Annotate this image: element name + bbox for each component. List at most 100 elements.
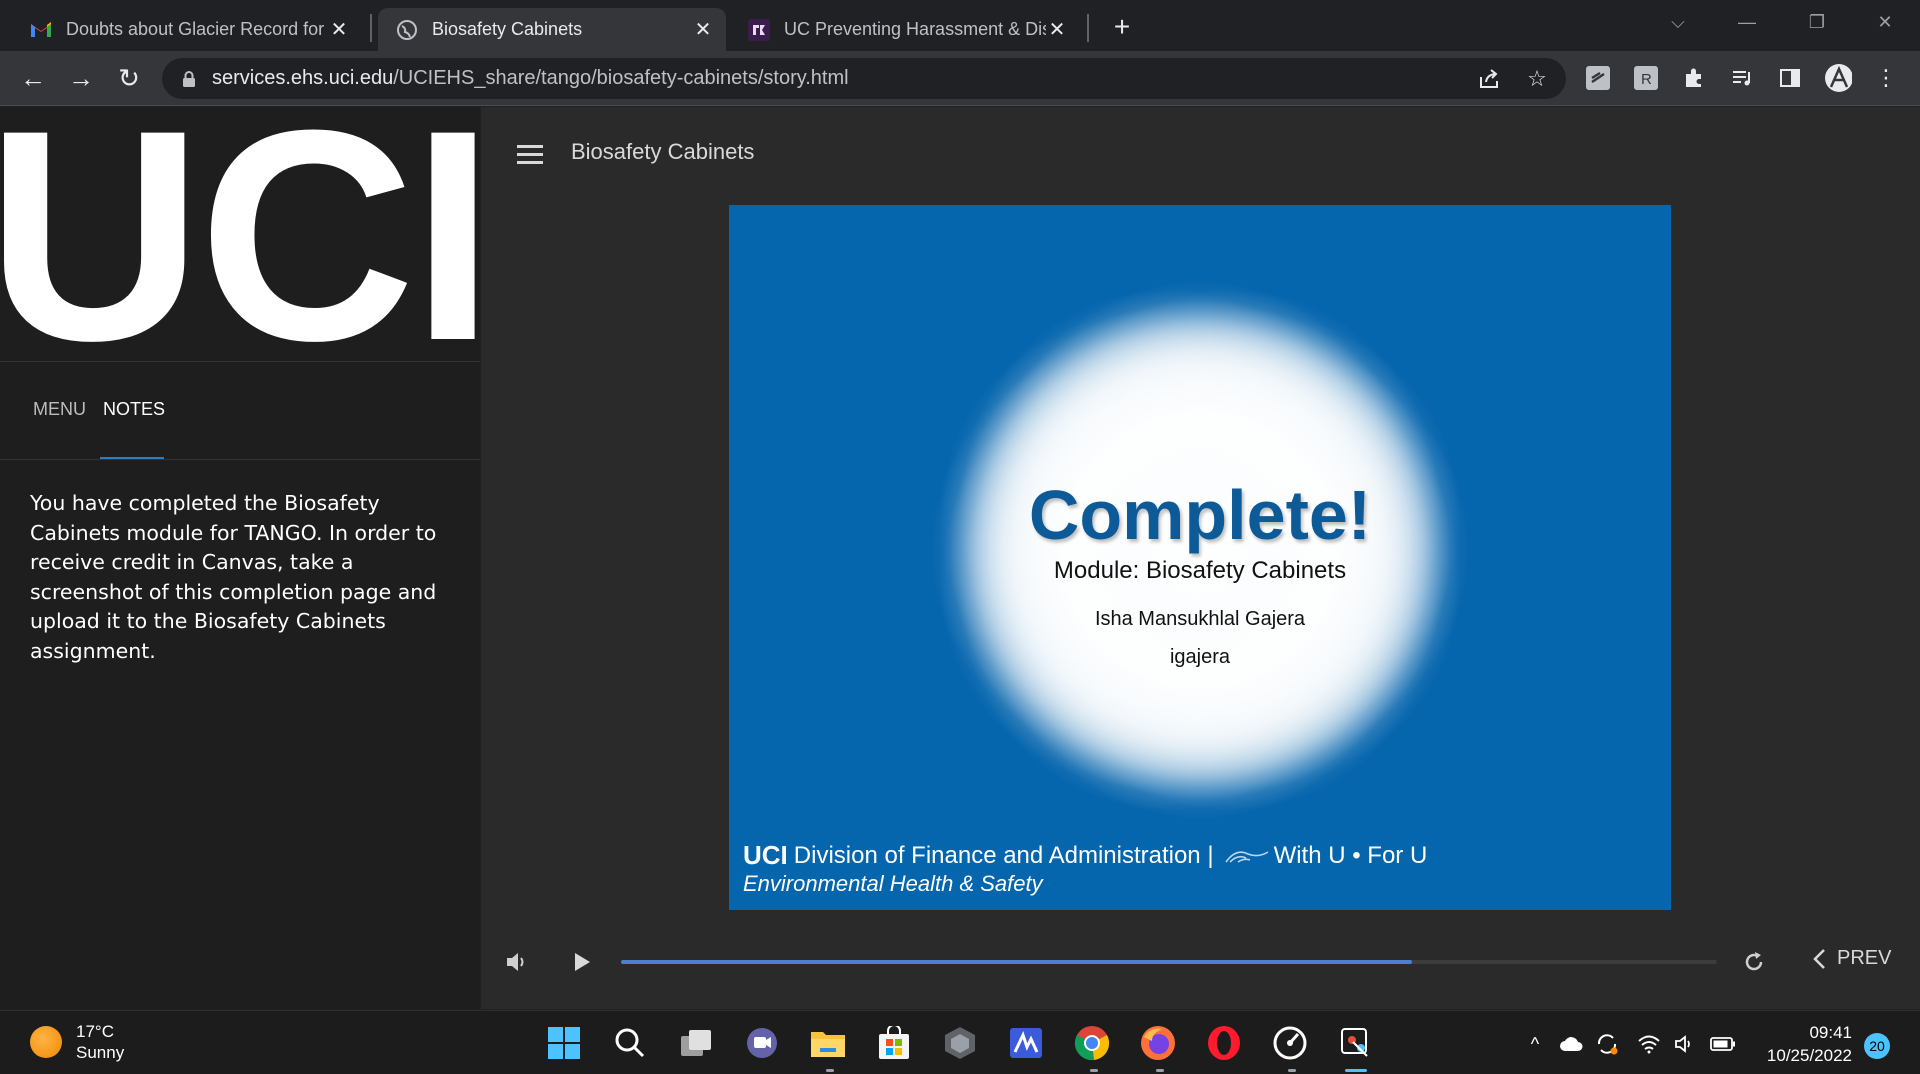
completion-slide: Complete! Module: Biosafety Cabinets Ish… [729, 205, 1671, 910]
progress-fill [621, 960, 1413, 964]
teams-chat-icon[interactable] [742, 1023, 782, 1063]
media-queue-icon[interactable] [1728, 64, 1756, 92]
playback-controls: PREV [481, 937, 1920, 987]
divider [0, 459, 480, 460]
prev-label: PREV [1837, 947, 1892, 969]
running-indicator [1156, 1069, 1164, 1072]
editor-app-icon[interactable] [1006, 1023, 1046, 1063]
tab-separator [370, 14, 372, 42]
side-panel-icon[interactable] [1776, 64, 1804, 92]
extensions-puzzle-icon[interactable] [1680, 64, 1708, 92]
progress-bar[interactable] [621, 960, 1717, 964]
speedometer-app-icon[interactable] [1270, 1023, 1310, 1063]
share-icon[interactable] [1476, 66, 1502, 92]
onedrive-cloud-icon[interactable] [1558, 1031, 1584, 1057]
url-text: services.ehs.uci.edu/UCIEHS_share/tango/… [212, 67, 849, 90]
windows-taskbar: 17°C Sunny ^ 09:41 10/25/2022 20 [0, 1010, 1920, 1074]
tab-title: UC Preventing Harassment & Dis [784, 19, 1046, 39]
clock-time: 09:41 [1809, 1023, 1852, 1042]
module-name: Module: Biosafety Cabinets [1053, 557, 1347, 584]
new-tab-button[interactable]: + [1106, 11, 1138, 43]
uci-logo-text: UCI [0, 107, 480, 361]
windows-start-icon[interactable] [544, 1023, 584, 1063]
opera-icon[interactable] [1204, 1023, 1244, 1063]
tab-title: Doubts about Glacier Record for [66, 19, 325, 39]
microsoft-store-icon[interactable] [874, 1023, 914, 1063]
running-indicator [826, 1069, 834, 1072]
extension-notes-icon[interactable] [1584, 64, 1612, 92]
slide-footer: UCI Division of Finance and Administrati… [743, 840, 1427, 871]
wifi-icon[interactable] [1636, 1031, 1662, 1057]
dev-app-icon[interactable] [940, 1023, 980, 1063]
minimize-icon[interactable]: — [1722, 6, 1772, 38]
extension-r-icon[interactable]: R [1632, 64, 1660, 92]
notification-badge[interactable]: 20 [1864, 1033, 1890, 1059]
close-window-icon[interactable]: ✕ [1860, 6, 1910, 38]
learner-id: igajera [1169, 646, 1231, 668]
task-view-icon[interactable] [676, 1023, 716, 1063]
reload-icon[interactable]: ↻ [110, 59, 148, 97]
show-hidden-icons-chevron-up-icon[interactable]: ^ [1522, 1031, 1548, 1057]
more-menu-icon[interactable]: ⋮ [1872, 64, 1900, 92]
completion-heading: Complete! [1028, 476, 1372, 554]
play-icon[interactable] [569, 949, 595, 975]
tab-menu[interactable]: MENU [33, 399, 86, 420]
sync-icon[interactable] [1594, 1031, 1620, 1057]
globe-icon [396, 19, 418, 41]
bookmark-star-icon[interactable]: ☆ [1524, 66, 1550, 92]
browser-toolbar: ← → ↻ services.ehs.uci.edu/UCIEHS_share/… [0, 51, 1920, 106]
chevron-left-icon [1813, 948, 1825, 969]
course-player: Biosafety Cabinets Complete! Module: Bio… [481, 107, 1920, 1009]
restore-icon[interactable]: ❐ [1792, 6, 1842, 38]
gmail-icon [30, 19, 52, 41]
uci-logo: UCI [0, 107, 480, 361]
url-path: /UCIEHS_share/tango/biosafety-cabinets/s… [393, 67, 849, 89]
close-tab-icon[interactable]: ✕ [328, 19, 350, 41]
weather-temp: 17°C [76, 1022, 114, 1041]
footer-tagline: With U • For U [1273, 841, 1428, 869]
notes-text: You have completed the Biosafety Cabinet… [30, 491, 437, 663]
profile-avatar-icon[interactable] [1824, 64, 1852, 92]
address-bar[interactable]: services.ehs.uci.edu/UCIEHS_share/tango/… [162, 58, 1566, 99]
volume-icon[interactable] [503, 947, 533, 977]
footer-division: Division of Finance and Administration | [793, 841, 1214, 869]
tab-separator [1087, 14, 1089, 42]
course-sidebar: UCI MENU NOTES You have completed the Bi… [0, 107, 480, 1009]
search-icon[interactable] [610, 1023, 650, 1063]
file-explorer-icon[interactable] [808, 1023, 848, 1063]
browser-tab-strip: Doubts about Glacier Record for ✕ Biosaf… [0, 0, 1920, 51]
footer-department: Environmental Health & Safety [743, 871, 1043, 896]
svg-text:R: R [1641, 71, 1652, 88]
close-tab-icon[interactable]: ✕ [1046, 19, 1068, 41]
prev-button[interactable]: PREV [1811, 947, 1891, 970]
replay-icon[interactable] [1739, 947, 1769, 977]
weather-condition: Sunny [76, 1043, 125, 1062]
chrome-icon[interactable] [1072, 1023, 1112, 1063]
running-indicator-active [1345, 1069, 1367, 1072]
tab-search-icon[interactable]: ⌵ [1653, 6, 1703, 38]
battery-icon[interactable] [1710, 1031, 1736, 1057]
forward-icon[interactable]: → [62, 59, 100, 97]
system-clock[interactable]: 09:41 10/25/2022 [1752, 1021, 1852, 1067]
tab-gmail[interactable]: Doubts about Glacier Record for ✕ [12, 8, 362, 51]
hamburger-menu-icon[interactable] [517, 145, 543, 165]
close-tab-icon[interactable]: ✕ [692, 19, 714, 41]
snipping-tool-icon[interactable] [1336, 1023, 1376, 1063]
running-indicator [1090, 1069, 1098, 1072]
clock-date: 10/25/2022 [1766, 1046, 1852, 1065]
tab-biosafety[interactable]: Biosafety Cabinets ✕ [378, 8, 726, 51]
firefox-icon[interactable] [1138, 1023, 1178, 1063]
sun-icon [30, 1026, 62, 1058]
weather-widget[interactable]: 17°C Sunny [30, 1021, 124, 1063]
running-indicator [1288, 1069, 1296, 1072]
wave-logo-icon [1224, 850, 1268, 863]
divider [0, 361, 480, 362]
back-icon[interactable]: ← [14, 59, 52, 97]
learner-name: Isha Mansukhlal Gajera [1094, 608, 1306, 630]
speaker-icon[interactable] [1672, 1031, 1698, 1057]
url-host: services.ehs.uci.edu [212, 67, 394, 89]
lock-icon [183, 70, 195, 87]
tab-harassment[interactable]: UC Preventing Harassment & Dis ✕ [730, 8, 1080, 51]
course-icon [748, 18, 770, 41]
tab-notes[interactable]: NOTES [103, 399, 165, 420]
